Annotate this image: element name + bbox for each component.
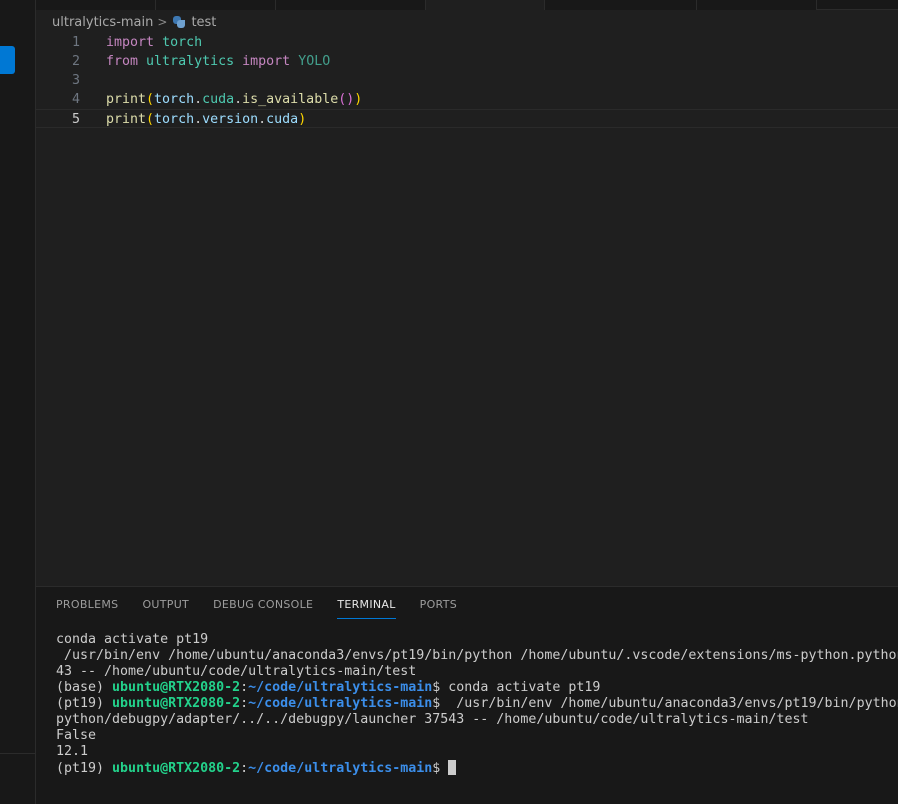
line-number: 2	[71, 54, 80, 69]
conda-env: (pt19)	[56, 761, 113, 776]
activity-divider	[0, 753, 36, 754]
prompt-path: ~/code/ultralytics-main	[248, 761, 433, 776]
variable: torch	[154, 92, 195, 107]
prompt-path: ~/code/ultralytics-main	[248, 696, 433, 711]
code-line[interactable]: 4 print(torch.cuda.is_available())	[36, 90, 898, 109]
editor-tab[interactable]	[156, 0, 276, 10]
terminal-line: /usr/bin/env /home/ubuntu/anaconda3/envs…	[56, 648, 898, 663]
terminal-line: 12.1	[56, 744, 89, 759]
function-name: print	[106, 92, 147, 107]
bracket: (	[146, 112, 155, 127]
panel-tab-bar: PROBLEMS OUTPUT DEBUG CONSOLE TERMINAL P…	[56, 587, 481, 621]
editor-tab[interactable]	[36, 0, 156, 10]
tab-ports[interactable]: PORTS	[420, 592, 457, 617]
prompt-colon: :	[240, 680, 249, 695]
editor-tab-strip	[36, 0, 898, 10]
editor-tab[interactable]	[697, 0, 817, 10]
keyword: import	[242, 54, 291, 69]
editor-tab[interactable]	[545, 0, 697, 10]
variable: torch	[154, 112, 195, 127]
code-line[interactable]: 1 import torch	[36, 33, 898, 52]
bracket: )	[354, 92, 363, 107]
breadcrumb: ultralytics-main > test	[36, 11, 898, 33]
tab-debug-console[interactable]: DEBUG CONSOLE	[213, 592, 313, 617]
bottom-panel: PROBLEMS OUTPUT DEBUG CONSOLE TERMINAL P…	[36, 586, 898, 804]
prompt-colon: :	[240, 696, 249, 711]
tab-output[interactable]: OUTPUT	[142, 592, 189, 617]
prompt-user-host: ubuntu@RTX2080-2	[112, 680, 241, 695]
tab-terminal[interactable]: TERMINAL	[337, 592, 397, 619]
attribute: version	[202, 112, 259, 127]
active-view-indicator	[0, 46, 15, 74]
terminal-prompt-line: (pt19) ubuntu@RTX2080-2:~/code/ultralyti…	[56, 696, 898, 712]
prompt-command: $	[432, 761, 449, 776]
class-name: YOLO	[298, 54, 331, 69]
dot: .	[194, 112, 203, 127]
prompt-command: $ conda activate pt19	[432, 680, 601, 695]
prompt-path: ~/code/ultralytics-main	[248, 680, 433, 695]
keyword: from	[106, 54, 139, 69]
line-number: 1	[71, 35, 80, 50]
code-line[interactable]: 2 from ultralytics import YOLO	[36, 52, 898, 71]
bracket: (	[146, 92, 155, 107]
code-editor[interactable]: 1 import torch 2 from ultralytics import…	[36, 33, 898, 586]
conda-env: (pt19)	[56, 696, 113, 711]
code-line-current[interactable]: 5 print(torch.version.cuda)	[36, 109, 898, 128]
terminal-output[interactable]: conda activate pt19 /usr/bin/env /home/u…	[56, 632, 898, 776]
dot: .	[194, 92, 203, 107]
keyword: import	[106, 35, 155, 50]
python-file-icon	[173, 16, 186, 28]
conda-env: (base)	[56, 680, 113, 695]
terminal-prompt-line[interactable]: (pt19) ubuntu@RTX2080-2:~/code/ultralyti…	[56, 760, 898, 776]
activity-bar	[0, 0, 36, 804]
attribute: cuda	[266, 112, 299, 127]
terminal-prompt-line: (base) ubuntu@RTX2080-2:~/code/ultralyti…	[56, 680, 898, 696]
terminal-line: False	[56, 728, 97, 743]
bracket: ()	[338, 92, 355, 107]
prompt-user-host: ubuntu@RTX2080-2	[112, 696, 241, 711]
tab-problems[interactable]: PROBLEMS	[56, 592, 118, 617]
breadcrumb-folder[interactable]: ultralytics-main	[52, 15, 153, 30]
module-name: ultralytics	[146, 54, 235, 69]
chevron-right-icon: >	[157, 15, 168, 29]
terminal-line: python/debugpy/adapter/../../debugpy/lau…	[56, 712, 809, 727]
dot: .	[258, 112, 267, 127]
dot: .	[234, 92, 243, 107]
terminal-line: 43 -- /home/ubuntu/code/ultralytics-main…	[56, 664, 417, 679]
line-number: 3	[71, 73, 80, 88]
prompt-command: $ /usr/bin/env /home/ubuntu/anaconda3/en…	[432, 696, 898, 711]
code-line[interactable]: 3	[36, 71, 898, 90]
prompt-user-host: ubuntu@RTX2080-2	[112, 761, 241, 776]
function-name: is_available	[242, 92, 339, 107]
prompt-colon: :	[240, 761, 249, 776]
breadcrumb-file[interactable]: test	[191, 15, 216, 30]
function-name: print	[106, 112, 147, 127]
editor-tab[interactable]	[276, 0, 426, 10]
terminal-line: conda activate pt19	[56, 632, 209, 647]
module-name: torch	[162, 35, 203, 50]
editor-tab-active[interactable]	[426, 0, 545, 10]
terminal-cursor	[448, 760, 457, 775]
attribute: cuda	[202, 92, 235, 107]
bracket: )	[298, 112, 307, 127]
line-number: 4	[71, 92, 80, 107]
line-number: 5	[71, 112, 80, 127]
